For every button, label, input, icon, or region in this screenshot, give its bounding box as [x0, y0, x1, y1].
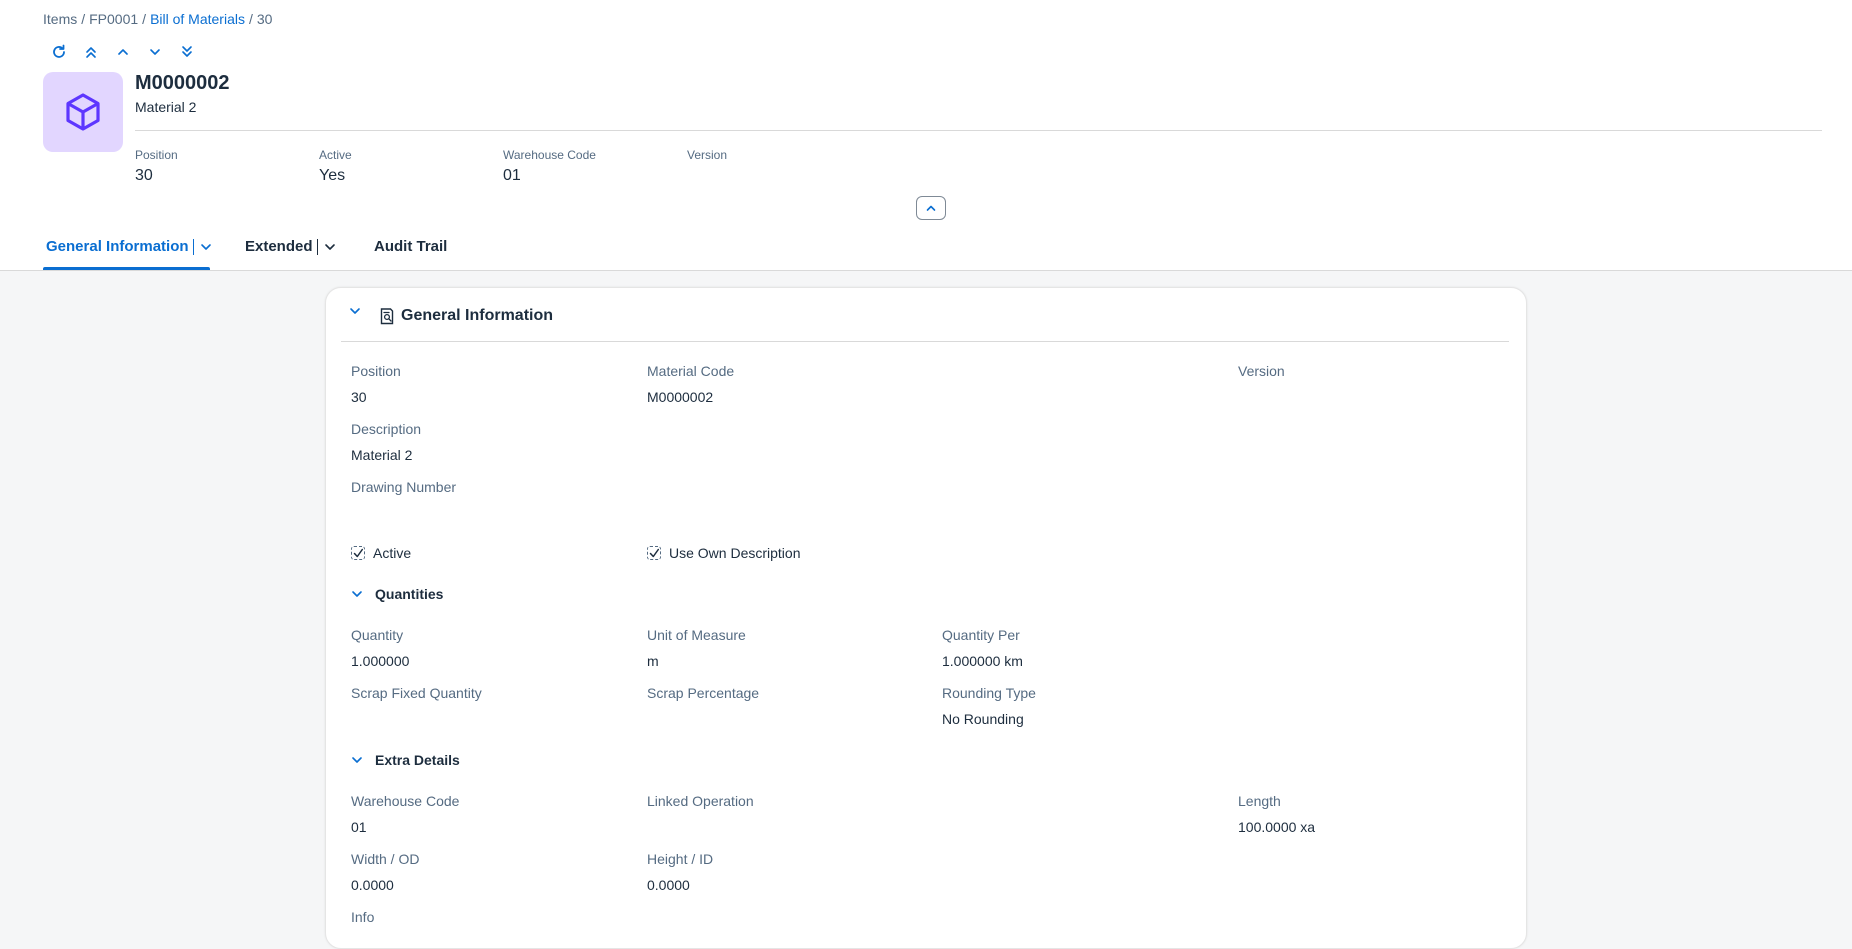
breadcrumb-separator: / — [81, 11, 86, 27]
active-tab-indicator — [43, 267, 210, 270]
material-code-value: M0000002 — [647, 389, 714, 405]
tab-general-information[interactable]: General Information — [46, 238, 212, 255]
drawing-number-label: Drawing Number — [351, 479, 457, 495]
linked-operation-label: Linked Operation — [647, 793, 754, 809]
warehouse-code-value: 01 — [351, 819, 367, 835]
material-code-label: Material Code — [647, 363, 735, 379]
width-od-label: Width / OD — [351, 851, 420, 867]
kpi-value: 01 — [503, 167, 521, 184]
extra-details-title: Extra Details — [375, 752, 460, 768]
chevron-down-icon — [352, 591, 362, 597]
kpi-value: Yes — [319, 167, 346, 184]
unit-of-measure-label: Unit of Measure — [647, 627, 746, 643]
tab-label: Extended — [245, 238, 313, 255]
breadcrumb: Items / FP0001/Bill of Materials/30 — [43, 11, 272, 27]
tab-label: Audit Trail — [374, 238, 448, 255]
rounding-type-value: No Rounding — [942, 711, 1024, 727]
first-record-button[interactable] — [80, 42, 102, 62]
quantities-title: Quantities — [375, 586, 444, 602]
last-record-button[interactable] — [176, 42, 198, 62]
quantities-subsection-toggle[interactable]: Quantities — [351, 586, 443, 602]
length-value: 100.0000 xa — [1238, 819, 1316, 835]
width-od-value: 0.0000 — [351, 877, 394, 893]
double-chevron-up-icon — [86, 47, 96, 58]
previous-record-button[interactable] — [112, 42, 134, 62]
page-title: M0000002 — [135, 72, 230, 94]
rounding-type-label: Rounding Type — [942, 685, 1036, 701]
kpi-label: Position — [135, 148, 178, 162]
quantity-value: 1.000000 — [351, 653, 410, 669]
breadcrumb-current: 30 — [256, 11, 273, 27]
header-divider — [135, 130, 1822, 131]
record-navigation — [48, 42, 198, 62]
avatar — [43, 72, 123, 152]
scrap-percentage-label: Scrap Percentage — [647, 685, 760, 701]
general-information-card — [325, 287, 1527, 949]
tab-audit-trail[interactable]: Audit Trail — [374, 238, 447, 255]
kpi-warehouse-code: Warehouse Code 01 — [503, 148, 596, 185]
page-subtitle: Material 2 — [135, 99, 197, 115]
version-label: Version — [1238, 363, 1285, 379]
quantity-per-label: Quantity Per — [942, 627, 1020, 643]
kpi-value: 30 — [135, 167, 153, 184]
breadcrumb-fp0001[interactable]: FP0001 — [89, 11, 138, 27]
breadcrumb-separator: / — [248, 11, 253, 27]
description-label: Description — [351, 421, 422, 437]
use-own-description-checkbox[interactable]: Use Own Description — [647, 545, 801, 561]
next-record-button[interactable] — [144, 42, 166, 62]
active-checkbox[interactable]: Active — [351, 545, 411, 561]
object-page-header: Items / FP0001/Bill of Materials/30 M00000… — [0, 0, 1852, 271]
breadcrumb-bill-of-materials[interactable]: Bill of Materials — [150, 11, 245, 27]
breadcrumb-separator: / — [142, 11, 147, 27]
description-value: Material 2 — [351, 447, 413, 463]
kpi-position: Position 30 — [135, 148, 178, 185]
height-id-label: Height / ID — [647, 851, 714, 867]
chevron-down-icon — [352, 757, 362, 763]
section-divider — [341, 341, 1509, 342]
kpi-label: Active — [319, 148, 352, 162]
scrap-fixed-quantity-label: Scrap Fixed Quantity — [351, 685, 482, 701]
section-title: General Information — [401, 307, 554, 324]
double-chevron-down-icon — [182, 46, 192, 57]
tab-extended[interactable]: Extended — [245, 238, 336, 255]
checkbox-label: Active — [373, 545, 412, 561]
tab-label: General Information — [46, 238, 189, 255]
chevron-up-icon — [118, 49, 128, 55]
chevron-down-icon[interactable] — [324, 241, 336, 253]
section-collapse-toggle[interactable] — [349, 305, 361, 317]
checkbox-box[interactable] — [351, 546, 365, 560]
collapse-header-button[interactable] — [916, 196, 946, 220]
refresh-button[interactable] — [48, 42, 70, 62]
cube-icon — [66, 93, 100, 131]
chevron-down-icon[interactable] — [200, 241, 212, 253]
checkmark-icon — [353, 548, 363, 557]
tab-separator — [316, 238, 318, 255]
tab-separator — [192, 238, 194, 255]
checkbox-label: Use Own Description — [669, 545, 801, 561]
warehouse-code-label: Warehouse Code — [351, 793, 460, 809]
chevron-down-icon — [150, 49, 160, 55]
breadcrumb-items[interactable]: Items — [43, 11, 77, 27]
kpi-version: Version — [687, 148, 727, 167]
height-id-value: 0.0000 — [647, 877, 690, 893]
checkmark-icon — [649, 548, 659, 557]
chevron-up-icon — [926, 205, 936, 211]
quantity-label: Quantity — [351, 627, 404, 643]
refresh-icon — [53, 44, 65, 58]
document-icon — [380, 308, 394, 325]
unit-of-measure-value: m — [647, 653, 659, 669]
quantity-per-value: 1.000000 km — [942, 653, 1023, 669]
kpi-label: Warehouse Code — [503, 148, 596, 162]
position-value: 30 — [351, 389, 367, 405]
kpi-active: Active Yes — [319, 148, 352, 185]
length-label: Length — [1238, 793, 1281, 809]
kpi-label: Version — [687, 148, 728, 162]
checkbox-box[interactable] — [647, 546, 661, 560]
chevron-down-icon — [350, 308, 360, 314]
position-label: Position — [351, 363, 401, 379]
info-label: Info — [351, 909, 375, 925]
extra-details-subsection-toggle[interactable]: Extra Details — [351, 752, 460, 768]
